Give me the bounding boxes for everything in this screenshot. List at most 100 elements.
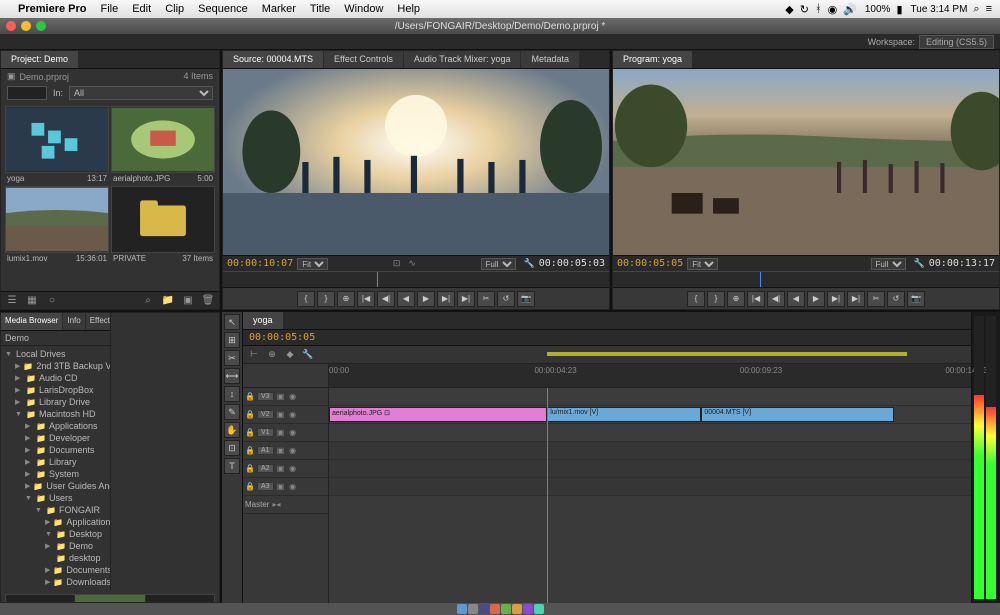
tree-item[interactable]: ▶📁Demo xyxy=(3,540,108,552)
transport-button[interactable]: ▶| xyxy=(457,291,475,307)
close-window-button[interactable] xyxy=(6,21,16,31)
program-viewport[interactable] xyxy=(613,69,999,255)
program-tc-in[interactable]: 00:00:05:05 xyxy=(617,258,683,269)
find-icon[interactable]: ⌕ xyxy=(141,294,155,308)
tree-item[interactable]: 📁desktop xyxy=(3,552,108,564)
dock-app[interactable] xyxy=(534,604,544,614)
menu-clip[interactable]: Clip xyxy=(165,3,184,15)
workspace-select[interactable]: Editing (CS5.5) xyxy=(919,35,994,49)
dock-app[interactable] xyxy=(523,604,533,614)
notification-icon[interactable]: ≡ xyxy=(986,3,992,15)
link-icon[interactable]: ⊕ xyxy=(265,348,279,362)
wrench-icon[interactable]: 🔧 xyxy=(524,258,535,269)
wifi-icon[interactable]: ◉ xyxy=(828,3,838,16)
tree-item[interactable]: ▶📁Audio CD xyxy=(3,372,108,384)
timeline-tool[interactable]: ✋ xyxy=(224,422,240,438)
tree-item[interactable]: ▶📁Developer xyxy=(3,432,108,444)
tree-item[interactable]: ▼📁FONGAIR xyxy=(3,504,108,516)
tree-item[interactable]: ▶📁Library xyxy=(3,456,108,468)
transport-button[interactable]: 📷 xyxy=(907,291,925,307)
mac-dock[interactable] xyxy=(0,603,1000,615)
timeline-tool[interactable]: ✂ xyxy=(224,350,240,366)
timeline-tool[interactable]: ↕ xyxy=(224,386,240,402)
new-item-icon[interactable]: ▣ xyxy=(181,294,195,308)
track-header[interactable]: 🔒A2▣◉ xyxy=(243,460,328,478)
menu-marker[interactable]: Marker xyxy=(262,3,296,15)
track-header[interactable]: 🔒A3▣◉ xyxy=(243,478,328,496)
transport-button[interactable]: } xyxy=(317,291,335,307)
transport-button[interactable]: |◀ xyxy=(747,291,765,307)
track-header[interactable]: 🔒V1▣◉ xyxy=(243,424,328,442)
tree-item[interactable]: ▶📁LarisDropBox xyxy=(3,384,108,396)
tree-root[interactable]: ▼Local Drives xyxy=(3,348,108,360)
project-search-input[interactable] xyxy=(7,86,47,100)
track-header[interactable]: 🔒V2▣◉ xyxy=(243,406,328,424)
dock-app[interactable] xyxy=(468,604,478,614)
track-header[interactable]: 🔒A1▣◉ xyxy=(243,442,328,460)
source-drag-audio-icon[interactable]: ∿ xyxy=(408,258,416,269)
clock[interactable]: Tue 3:14 PM xyxy=(911,4,968,15)
tree-item[interactable]: ▶📁Documents xyxy=(3,444,108,456)
source-tc-in[interactable]: 00:00:10:07 xyxy=(227,258,293,269)
playhead[interactable] xyxy=(547,388,548,603)
track-lane[interactable] xyxy=(329,388,971,406)
transport-button[interactable]: ▶| xyxy=(827,291,845,307)
transport-button[interactable]: ⊕ xyxy=(337,291,355,307)
tracks-area[interactable]: aerialphoto.JPG ⊡lu/mix1.mov [V]00004.MT… xyxy=(329,388,971,603)
track-lane[interactable] xyxy=(329,478,971,496)
menu-file[interactable]: File xyxy=(100,3,118,15)
transport-button[interactable]: } xyxy=(707,291,725,307)
tree-item[interactable]: ▼📁Macintosh HD xyxy=(3,408,108,420)
source-viewport[interactable] xyxy=(223,69,609,255)
icon-view-icon[interactable]: ▦ xyxy=(25,294,39,308)
timeline-tool[interactable]: ✎ xyxy=(224,404,240,420)
minimize-window-button[interactable] xyxy=(21,21,31,31)
tree-item[interactable]: ▼📁Users xyxy=(3,492,108,504)
transport-button[interactable]: ↺ xyxy=(497,291,515,307)
snap-icon[interactable]: ⊢ xyxy=(247,348,261,362)
transport-button[interactable]: ▶| xyxy=(437,291,455,307)
project-tab[interactable]: Project: Demo xyxy=(1,51,78,68)
timeline-tool[interactable]: ↖ xyxy=(224,314,240,330)
tree-item[interactable]: ▶📁Library Drive xyxy=(3,396,108,408)
track-lane[interactable] xyxy=(329,460,971,478)
trash-icon[interactable]: 🗑 xyxy=(201,294,215,308)
transport-button[interactable]: ⊕ xyxy=(727,291,745,307)
marker-icon[interactable]: ◆ xyxy=(283,348,297,362)
time-ruler[interactable]: 00:0000:00:04:2300:00:09:2300:00:14:23 xyxy=(329,364,971,387)
transport-button[interactable]: 📷 xyxy=(517,291,535,307)
sync-icon[interactable]: ↻ xyxy=(800,3,809,16)
work-area-bar[interactable] xyxy=(547,352,907,356)
timeline-tool[interactable]: ⟷ xyxy=(224,368,240,384)
bin-item[interactable]: yoga13:17 xyxy=(5,106,109,184)
volume-icon[interactable]: 🔊 xyxy=(843,3,857,16)
metadata-tab[interactable]: Metadata xyxy=(521,51,579,68)
source-zoom-select[interactable]: Full xyxy=(481,258,516,270)
timeline-tool[interactable]: T xyxy=(224,458,240,474)
zoom-slider-icon[interactable]: ○ xyxy=(45,294,59,308)
mb-root-select[interactable]: Demo xyxy=(1,331,110,346)
menu-window[interactable]: Window xyxy=(344,3,383,15)
transport-button[interactable]: ◀ xyxy=(397,291,415,307)
transport-button[interactable]: ◀| xyxy=(767,291,785,307)
transport-button[interactable]: |◀ xyxy=(357,291,375,307)
tree-item[interactable]: ▶📁User Guides And In xyxy=(3,480,108,492)
app-name[interactable]: Premiere Pro xyxy=(18,3,86,15)
tree-item[interactable]: ▶📁2nd 3TB Backup VIDEO xyxy=(3,360,108,372)
transport-button[interactable]: { xyxy=(297,291,315,307)
zoom-window-button[interactable] xyxy=(36,21,46,31)
spotlight-icon[interactable]: ⌕ xyxy=(973,3,979,16)
settings-icon[interactable]: 🔧 xyxy=(301,348,315,362)
source-fit-select[interactable]: Fit xyxy=(297,258,328,270)
sequence-tab[interactable]: yoga xyxy=(243,312,283,329)
transport-button[interactable]: { xyxy=(687,291,705,307)
tree-item[interactable]: ▶📁Applications xyxy=(3,420,108,432)
timeline-clip[interactable]: aerialphoto.JPG ⊡ xyxy=(329,407,547,422)
dock-app[interactable] xyxy=(490,604,500,614)
creative-cloud-icon[interactable]: ◆ xyxy=(785,3,793,16)
bin-item[interactable]: lumix1.mov15:36:01 xyxy=(5,186,109,264)
track-lane[interactable]: aerialphoto.JPG ⊡lu/mix1.mov [V]00004.MT… xyxy=(329,406,971,424)
menu-sequence[interactable]: Sequence xyxy=(198,3,248,15)
transport-button[interactable]: ✂ xyxy=(867,291,885,307)
list-view-icon[interactable]: ☰ xyxy=(5,294,19,308)
